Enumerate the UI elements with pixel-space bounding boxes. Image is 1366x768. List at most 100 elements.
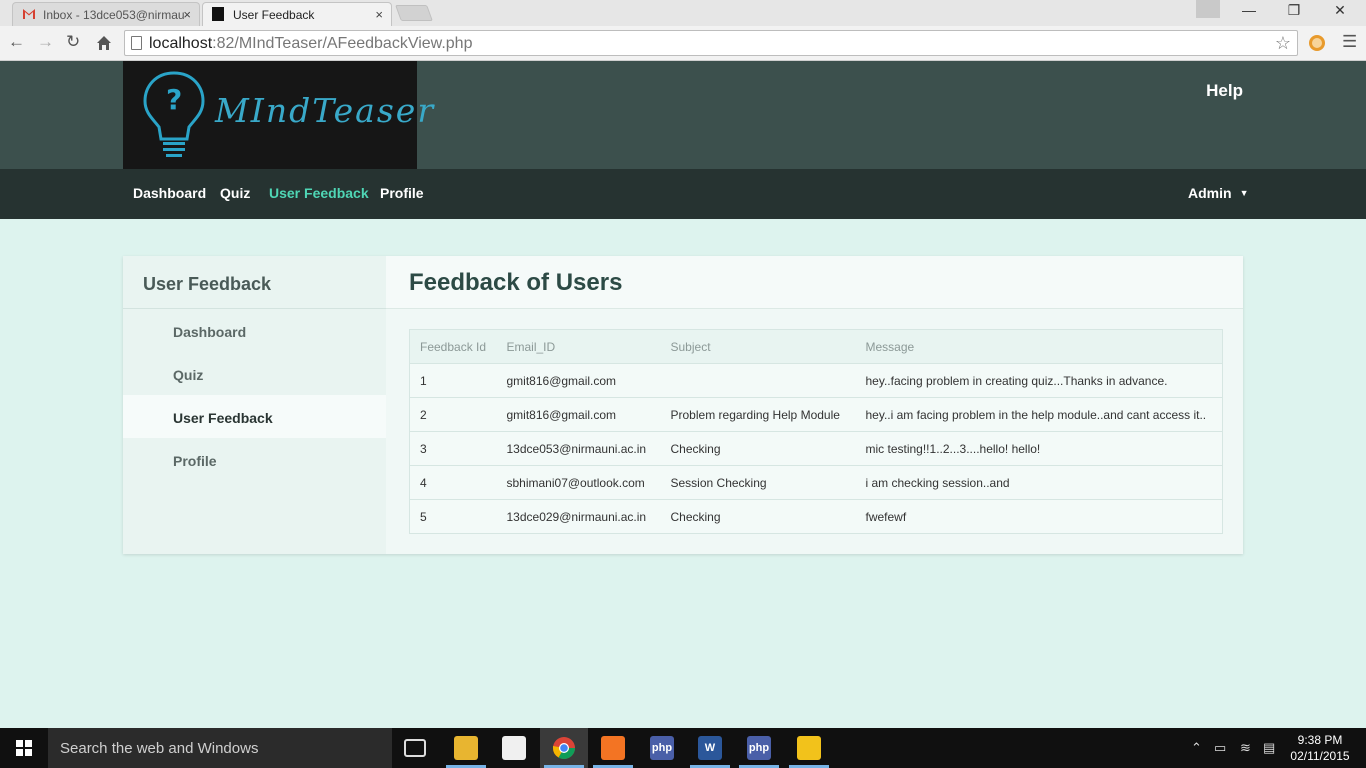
admin-label: Admin (1188, 185, 1232, 201)
cell-message: hey..i am facing problem in the help mod… (855, 397, 1223, 432)
table-row: 4 sbhimani07@outlook.com Session Checkin… (409, 465, 1223, 500)
windows-taskbar: Search the web and Windows php W php ⌃ ▭… (0, 728, 1366, 768)
site-favicon (212, 7, 224, 21)
file-explorer-icon[interactable] (454, 736, 478, 760)
lightbulb-question-icon: ? (143, 71, 205, 157)
admin-dropdown[interactable]: Admin ▼ (1188, 185, 1248, 201)
table-header-row: Feedback Id Email_ID Subject Message (409, 329, 1223, 364)
url-host: localhost (149, 35, 213, 52)
taskbar-search-box[interactable]: Search the web and Windows (48, 728, 392, 768)
menu-icon[interactable]: ☰ (1342, 32, 1357, 52)
restore-button[interactable]: ❐ (1274, 2, 1314, 22)
cell-email: gmit816@gmail.com (496, 397, 661, 432)
sidebar-title: User Feedback (143, 274, 272, 294)
page-icon (131, 36, 142, 50)
sidebar-item-user-feedback[interactable]: User Feedback (123, 395, 386, 438)
chevron-up-icon[interactable]: ⌃ (1191, 740, 1202, 756)
cell-subject: Checking (660, 431, 856, 466)
main-content: Feedback of Users Feedback Id Email_ID S… (386, 256, 1243, 554)
nav-dashboard[interactable]: Dashboard (133, 185, 206, 201)
extension-icon[interactable] (1308, 34, 1326, 52)
cell-id: 4 (409, 465, 497, 500)
cell-subject: Checking (660, 499, 856, 534)
php-editor-icon[interactable]: php (650, 736, 674, 760)
logo-text: MIndTeaser (215, 91, 436, 130)
clock-date: 02/11/2015 (1290, 749, 1350, 763)
content-panel: User Feedback Dashboard Quiz User Feedba… (123, 256, 1243, 554)
user-profile-icon[interactable] (1196, 0, 1220, 18)
browser-tab-strip: Inbox - 13dce053@nirmau × User Feedback … (0, 0, 1366, 26)
page-title: Feedback of Users (409, 269, 623, 296)
minimize-button[interactable]: — (1229, 2, 1269, 22)
browser-toolbar: ← → ↻ localhost:82/MIndTeaser/AFeedbackV… (0, 26, 1366, 61)
col-message: Message (855, 329, 1223, 364)
cell-message: i am checking session..and (855, 465, 1223, 500)
cell-email: 13dce053@nirmauni.ac.in (496, 431, 661, 466)
lock-app-icon[interactable] (797, 736, 821, 760)
feedback-table: Feedback Id Email_ID Subject Message 1 g… (409, 329, 1223, 534)
new-tab-button[interactable] (395, 5, 433, 21)
cell-message: mic testing!!1..2...3....hello! hello! (855, 431, 1223, 466)
word-icon[interactable]: W (698, 736, 722, 760)
cell-email: 13dce029@nirmauni.ac.in (496, 499, 661, 534)
xampp-icon[interactable] (601, 736, 625, 760)
tab-user-feedback[interactable]: User Feedback × (202, 2, 392, 26)
tab-close-icon[interactable]: × (375, 7, 383, 22)
url-path: :82/MIndTeaser/AFeedbackView.php (212, 35, 473, 52)
table-body: 1 gmit816@gmail.com hey..facing problem … (409, 363, 1223, 534)
nav-profile[interactable]: Profile (380, 185, 424, 201)
caret-down-icon: ▼ (1239, 188, 1249, 198)
nav-user-feedback[interactable]: User Feedback (269, 185, 369, 201)
help-link[interactable]: Help (1206, 81, 1243, 101)
taskbar-clock[interactable]: 9:38 PM 02/11/2015 (1287, 732, 1353, 764)
clock-time: 9:38 PM (1297, 733, 1343, 747)
table-row: 1 gmit816@gmail.com hey..facing problem … (409, 363, 1223, 398)
php-editor-icon[interactable]: php (747, 736, 771, 760)
cell-subject: Session Checking (660, 465, 856, 500)
col-subject: Subject (660, 329, 856, 364)
store-icon[interactable] (502, 736, 526, 760)
nav-quiz[interactable]: Quiz (220, 185, 250, 201)
tab-close-icon[interactable]: × (183, 7, 191, 22)
wifi-icon[interactable]: ≋ (1240, 740, 1251, 756)
chrome-icon[interactable] (552, 736, 576, 760)
table-row: 5 13dce029@nirmauni.ac.in Checking fwefe… (409, 499, 1223, 534)
table-row: 2 gmit816@gmail.com Problem regarding He… (409, 397, 1223, 432)
cell-id: 2 (409, 397, 497, 432)
address-bar[interactable]: localhost:82/MIndTeaser/AFeedbackView.ph… (124, 30, 1298, 56)
col-email: Email_ID (496, 329, 661, 364)
site-logo[interactable]: ? MIndTeaser (123, 61, 433, 169)
bookmark-star-icon[interactable]: ☆ (1275, 33, 1291, 54)
task-view-icon[interactable] (404, 739, 426, 757)
cell-id: 3 (409, 431, 497, 466)
notifications-icon[interactable]: ▤ (1263, 740, 1275, 756)
cell-email: sbhimani07@outlook.com (496, 465, 661, 500)
sidebar-item-dashboard[interactable]: Dashboard (123, 309, 386, 352)
main-navbar: Dashboard Quiz User Feedback Profile Adm… (0, 169, 1366, 219)
tab-label: Inbox - 13dce053@nirmau (43, 8, 185, 22)
back-arrow-icon[interactable]: ← (8, 32, 25, 52)
cell-email: gmit816@gmail.com (496, 363, 661, 398)
cell-id: 1 (409, 363, 497, 398)
home-icon[interactable] (96, 35, 112, 51)
cell-subject (660, 363, 856, 398)
tab-inbox[interactable]: Inbox - 13dce053@nirmau × (12, 2, 200, 26)
sidebar: User Feedback Dashboard Quiz User Feedba… (123, 256, 386, 554)
sidebar-item-quiz[interactable]: Quiz (123, 352, 386, 395)
gmail-icon (23, 9, 35, 19)
sidebar-item-profile[interactable]: Profile (123, 438, 386, 481)
windows-start-icon[interactable] (16, 740, 32, 756)
main-header: Feedback of Users (386, 256, 1243, 309)
col-feedback-id: Feedback Id (409, 329, 497, 364)
cell-message: hey..facing problem in creating quiz...T… (855, 363, 1223, 398)
forward-arrow-icon[interactable]: → (37, 32, 54, 52)
table-row: 3 13dce053@nirmauni.ac.in Checking mic t… (409, 431, 1223, 466)
reload-icon[interactable]: ↻ (66, 32, 80, 52)
cell-id: 5 (409, 499, 497, 534)
url-text: localhost:82/MIndTeaser/AFeedbackView.ph… (149, 35, 472, 53)
cell-subject: Problem regarding Help Module (660, 397, 856, 432)
tab-label: User Feedback (233, 8, 315, 22)
close-window-button[interactable]: ✕ (1320, 2, 1360, 22)
battery-icon[interactable]: ▭ (1214, 740, 1226, 756)
svg-text:?: ? (166, 83, 182, 116)
